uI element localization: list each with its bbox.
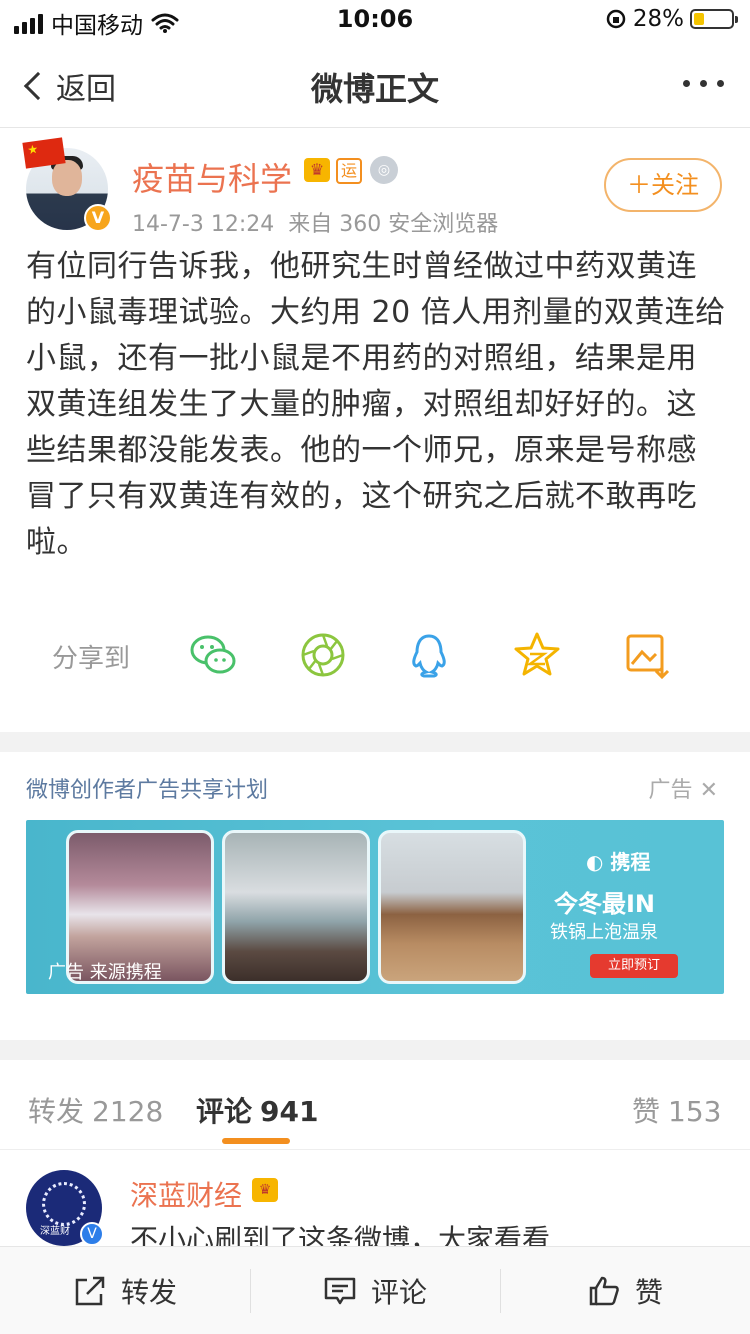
- page-title: 微博正文: [310, 70, 439, 108]
- divider: [0, 1040, 750, 1060]
- post-meta: 14-7-3 12:24 来自 360 安全浏览器: [132, 206, 498, 238]
- post-tabs: 转发 2128 评论 941 赞 153: [0, 1060, 750, 1150]
- ad-photo-bath: [222, 830, 370, 984]
- nav-bar: 返回 微博正文: [0, 40, 750, 128]
- divider: [0, 732, 750, 752]
- ad-headline: 今冬最IN: [554, 890, 656, 918]
- author-name[interactable]: 疫苗与科学: [132, 154, 292, 200]
- ad-banner[interactable]: 广告 来源携程 ◐ 携程 今冬最IN 铁锅上泡温泉 立即预订: [26, 820, 724, 994]
- tab-repost[interactable]: 转发 2128: [28, 1090, 163, 1130]
- repost-icon: [75, 1276, 105, 1305]
- verified-badge-icon: V: [80, 1222, 104, 1246]
- save-image-icon[interactable]: [622, 630, 672, 680]
- tab-indicator: [222, 1138, 290, 1144]
- comment-author[interactable]: 深蓝财经: [130, 1174, 242, 1214]
- like-button[interactable]: 赞: [500, 1247, 750, 1334]
- ctrip-logo-icon: ◐: [586, 850, 604, 874]
- close-icon: ✕: [699, 778, 718, 803]
- comment-label: 评论: [370, 1275, 427, 1309]
- verified-badge-icon: V: [84, 204, 112, 232]
- tab-comments[interactable]: 评论 941: [196, 1090, 318, 1130]
- post-body: 有位同行告诉我，他研究生时曾经做过中药双黄连的小鼠毒理试验。大约用 20 倍人用…: [26, 249, 726, 560]
- ad-subline: 铁锅上泡温泉: [550, 922, 658, 943]
- ad-brand-label: 携程: [610, 850, 651, 874]
- share-label: 分享到: [52, 644, 131, 674]
- orientation-lock-icon: [606, 9, 626, 29]
- wechat-icon[interactable]: [188, 630, 238, 680]
- post-author: V 疫苗与科学 ♛ 运 ◎ 14-7-3 12:24 来自 360 安全浏览器 …: [0, 128, 750, 238]
- status-bar: 中国移动 10:06 28%: [0, 0, 750, 40]
- crown-icon: ♛: [252, 1178, 278, 1202]
- crown-icon: ♛: [304, 158, 330, 182]
- moments-icon[interactable]: [298, 630, 348, 680]
- comment-button[interactable]: 评论: [250, 1247, 500, 1334]
- share-row: 分享到: [0, 620, 750, 690]
- ad-mark-label: 广告: [648, 778, 693, 803]
- post-source: 来自 360 安全浏览器: [288, 212, 499, 237]
- qzone-icon[interactable]: [512, 630, 562, 680]
- post-date: 14-7-3 12:24: [132, 212, 275, 237]
- more-button[interactable]: [683, 80, 724, 87]
- ad-close-button[interactable]: 广告 ✕: [649, 772, 718, 804]
- repost-label: 转发: [120, 1275, 177, 1309]
- status-right: 28%: [605, 6, 738, 32]
- yun-badge: 运: [336, 158, 362, 184]
- repost-button[interactable]: 转发: [0, 1247, 250, 1334]
- ad-brand: ◐ 携程: [586, 846, 650, 875]
- battery-icon: [690, 9, 738, 29]
- flag-icon: [22, 137, 66, 169]
- thumbs-up-icon: [589, 1276, 619, 1305]
- ad-title[interactable]: 微博创作者广告共享计划: [26, 772, 268, 804]
- bottom-action-bar: 转发 评论 赞: [0, 1246, 750, 1334]
- battery-percent: 28%: [632, 6, 684, 32]
- ad-source-label: 广告 来源携程: [48, 962, 162, 983]
- tab-likes[interactable]: 赞 153: [632, 1090, 721, 1130]
- qq-icon[interactable]: [404, 630, 454, 680]
- comment-icon: [324, 1277, 356, 1304]
- follow-button[interactable]: ＋关注: [604, 158, 722, 212]
- medal-icon: ◎: [370, 156, 398, 184]
- ad-photo-alpaca: [378, 830, 526, 984]
- like-label: 赞: [634, 1275, 663, 1309]
- ad-cta-button[interactable]: 立即预订: [590, 954, 678, 978]
